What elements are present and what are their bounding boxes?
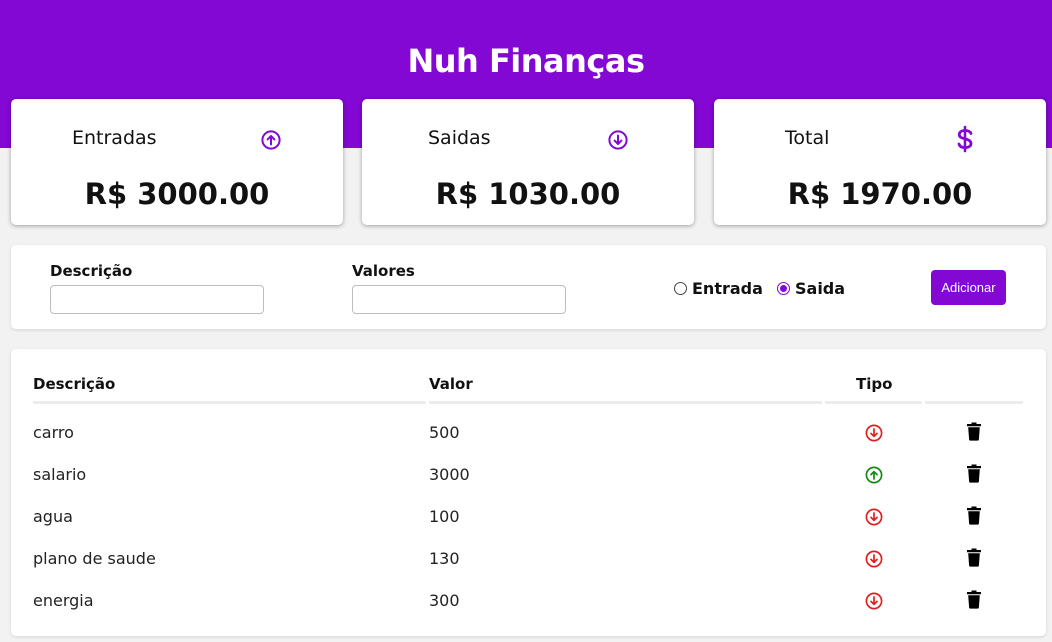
trash-icon[interactable] bbox=[966, 589, 982, 609]
th-descricao: Descrição bbox=[33, 375, 116, 393]
card-total: Total R$ 1970.00 bbox=[714, 99, 1046, 225]
arrow-down-circle-icon bbox=[865, 424, 883, 442]
table-row: salario 3000 bbox=[11, 462, 1046, 504]
app-title: Nuh Finanças bbox=[407, 42, 645, 80]
transaction-form: Descrição Valores Entrada Saida Adiciona… bbox=[11, 245, 1046, 329]
cell-descricao: salario bbox=[33, 465, 87, 484]
dollar-icon bbox=[957, 125, 973, 153]
card-saidas: Saidas R$ 1030.00 bbox=[362, 99, 694, 225]
table-row: carro 500 bbox=[11, 420, 1046, 462]
card-saidas-label: Saidas bbox=[428, 127, 491, 149]
transactions-table: Descrição Valor Tipo carro 500 salario 3000… bbox=[11, 349, 1046, 636]
arrow-down-circle-icon bbox=[865, 550, 883, 568]
valores-input[interactable] bbox=[352, 285, 566, 314]
th-divider bbox=[429, 401, 822, 404]
cell-descricao: energia bbox=[33, 591, 94, 610]
cell-valor: 500 bbox=[429, 423, 460, 442]
valores-label: Valores bbox=[352, 262, 415, 280]
radio-saida-circle[interactable] bbox=[777, 281, 790, 295]
radio-entrada-circle[interactable] bbox=[674, 281, 687, 295]
table-row: plano de saude 130 bbox=[11, 546, 1046, 588]
trash-icon[interactable] bbox=[966, 505, 982, 525]
arrow-down-circle-icon bbox=[608, 130, 628, 150]
descricao-input[interactable] bbox=[50, 285, 264, 314]
arrow-down-circle-icon bbox=[865, 508, 883, 526]
cell-descricao: plano de saude bbox=[33, 549, 156, 568]
arrow-up-circle-icon bbox=[865, 466, 883, 484]
table-row: energia 300 bbox=[11, 588, 1046, 630]
card-entradas: Entradas R$ 3000.00 bbox=[11, 99, 343, 225]
add-button[interactable]: Adicionar bbox=[931, 270, 1006, 305]
card-entradas-label: Entradas bbox=[72, 127, 157, 149]
radio-entrada[interactable]: Entrada bbox=[674, 278, 763, 298]
trash-icon[interactable] bbox=[966, 421, 982, 441]
th-divider bbox=[925, 401, 1023, 404]
cell-valor: 300 bbox=[429, 591, 460, 610]
cell-descricao: carro bbox=[33, 423, 74, 442]
trash-icon[interactable] bbox=[966, 547, 982, 567]
cell-valor: 3000 bbox=[429, 465, 470, 484]
descricao-label: Descrição bbox=[50, 262, 133, 280]
th-divider bbox=[825, 401, 922, 404]
card-total-value: R$ 1970.00 bbox=[787, 177, 973, 211]
radio-saida[interactable]: Saida bbox=[777, 278, 845, 298]
th-valor: Valor bbox=[429, 375, 473, 393]
trash-icon[interactable] bbox=[966, 463, 982, 483]
cell-valor: 130 bbox=[429, 549, 460, 568]
th-tipo: Tipo bbox=[856, 375, 893, 393]
cell-valor: 100 bbox=[429, 507, 460, 526]
radio-entrada-label[interactable]: Entrada bbox=[692, 279, 763, 298]
cell-descricao: agua bbox=[33, 507, 73, 526]
card-saidas-value: R$ 1030.00 bbox=[435, 177, 621, 211]
arrow-down-circle-icon bbox=[865, 592, 883, 610]
table-row: agua 100 bbox=[11, 504, 1046, 546]
card-total-label: Total bbox=[785, 127, 830, 149]
card-entradas-value: R$ 3000.00 bbox=[84, 177, 270, 211]
arrow-up-circle-icon bbox=[261, 130, 281, 150]
th-divider bbox=[33, 401, 426, 404]
radio-saida-label[interactable]: Saida bbox=[795, 279, 845, 298]
